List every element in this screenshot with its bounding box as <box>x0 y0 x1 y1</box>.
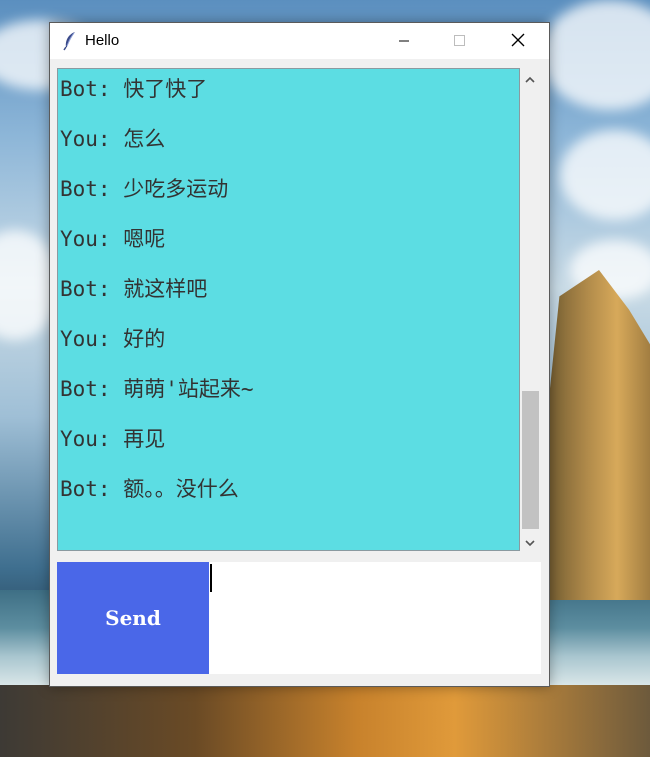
chat-message: You: 怎么 <box>60 127 166 151</box>
chat-message: You: 好的 <box>60 327 166 351</box>
chevron-down-icon <box>525 532 535 551</box>
chat-message: Bot: 快了快了 <box>60 77 208 101</box>
chat-message: You: 嗯呢 <box>60 227 166 251</box>
scroll-up-button[interactable] <box>520 68 540 88</box>
chat-message: Bot: 就这样吧 <box>60 277 208 301</box>
chat-message: Bot: 萌萌'站起来~ <box>60 377 254 401</box>
minimize-icon <box>398 32 410 51</box>
maximize-button[interactable] <box>437 23 483 59</box>
chat-message: You: 再见 <box>60 427 166 451</box>
close-button[interactable] <box>495 23 541 59</box>
feather-icon <box>62 31 78 51</box>
chat-scrollbar[interactable] <box>520 68 540 551</box>
chat-log[interactable]: Bot: 快了快了 You: 怎么 Bot: 少吃多运动 You: 嗯呢 Bot… <box>57 68 520 551</box>
chevron-up-icon <box>525 69 535 88</box>
title-bar[interactable]: Hello <box>50 23 549 59</box>
chat-message: Bot: 少吃多运动 <box>60 177 229 201</box>
close-icon <box>511 32 525 51</box>
message-input[interactable] <box>209 562 541 674</box>
send-button[interactable]: Send <box>57 562 209 674</box>
chat-message: Bot: 额。。没什么 <box>60 477 239 501</box>
scrollbar-thumb[interactable] <box>522 391 539 529</box>
app-window: Hello Bot: 快了快了 You: 怎么 Bot: 少吃多运动 You: … <box>49 22 550 687</box>
window-title: Hello <box>85 32 120 49</box>
maximize-icon <box>454 32 466 51</box>
text-caret <box>210 564 212 592</box>
minimize-button[interactable] <box>381 23 427 59</box>
scroll-down-button[interactable] <box>520 531 540 551</box>
